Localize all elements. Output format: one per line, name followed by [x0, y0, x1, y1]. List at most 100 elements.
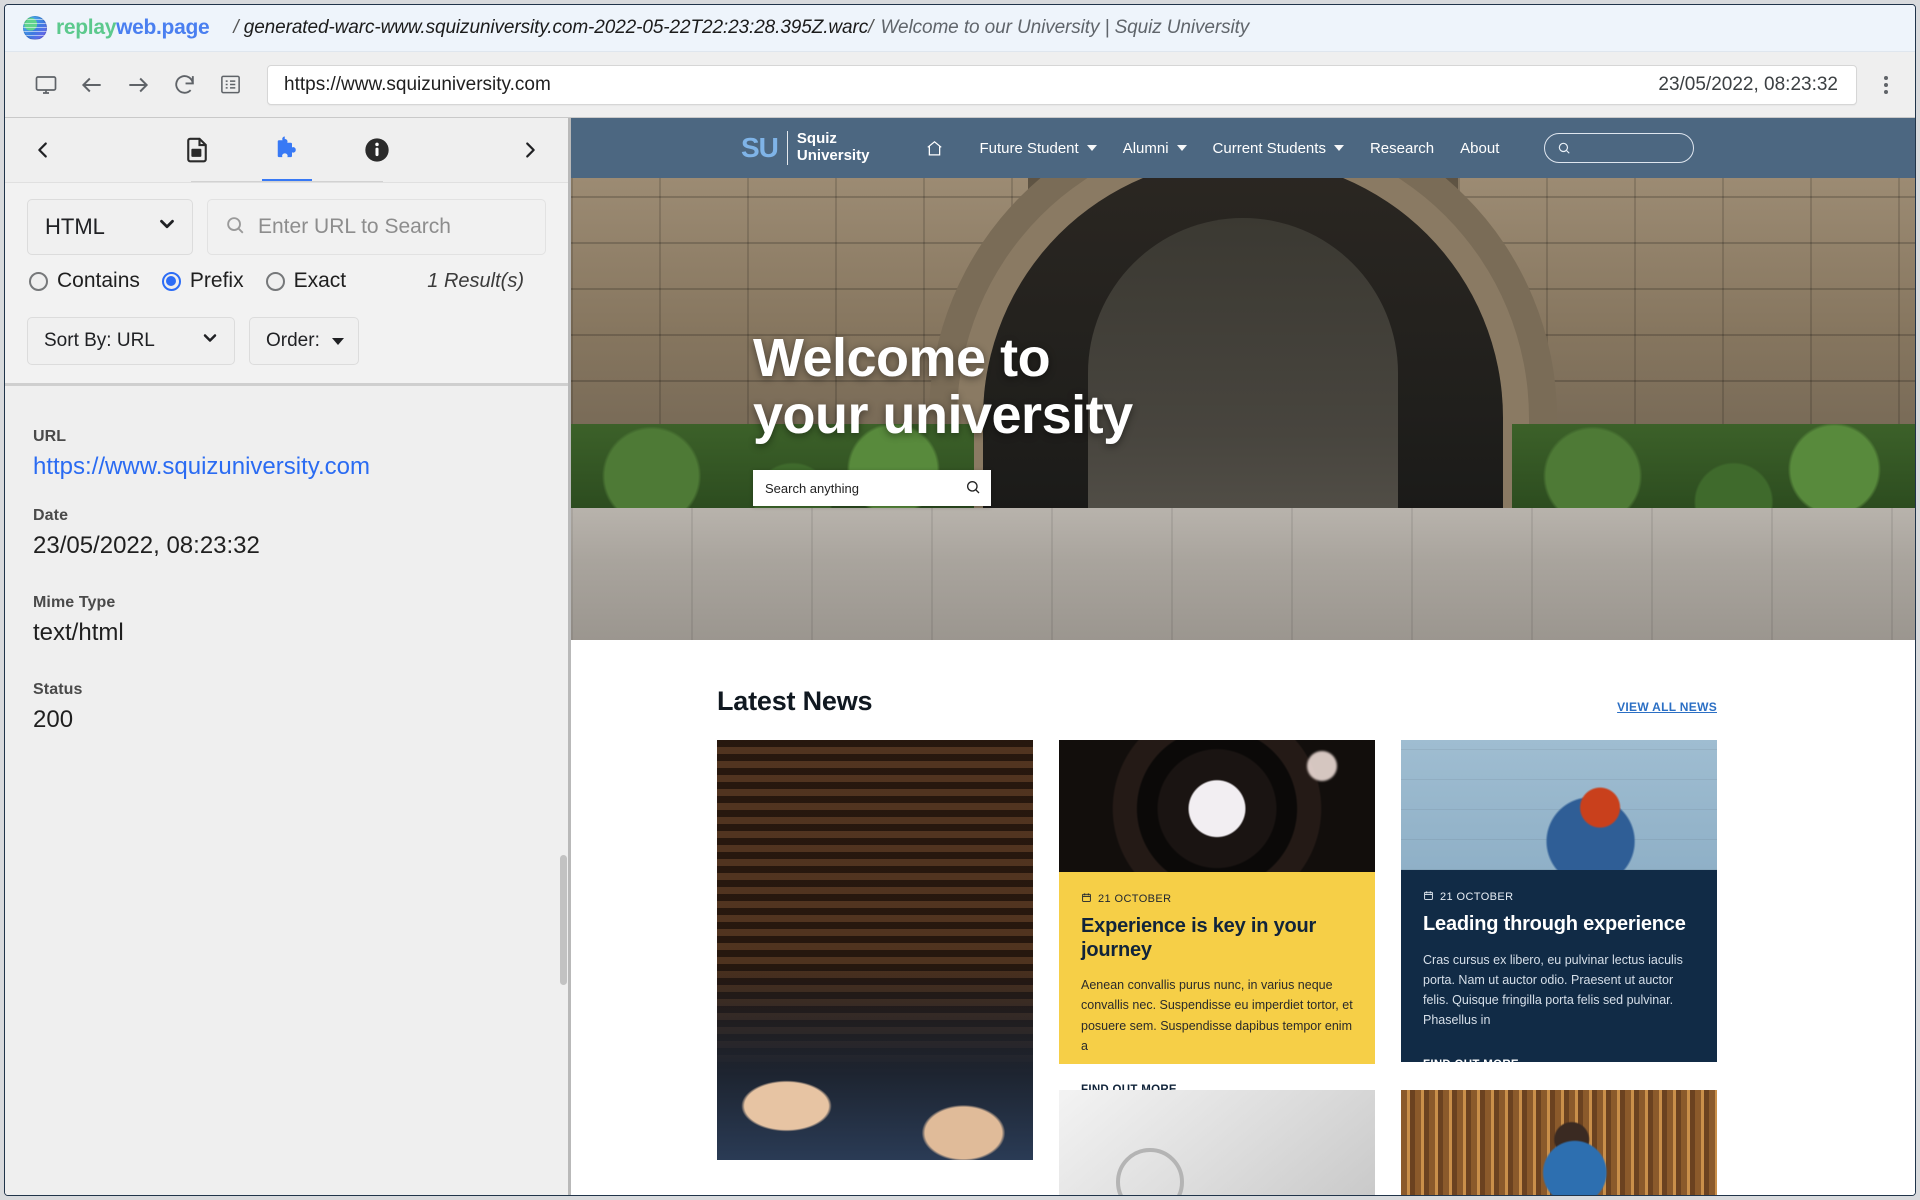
sidebar-tab-resources[interactable]	[166, 118, 228, 182]
news-card-leading-cta[interactable]: FIND OUT MORE	[1423, 1059, 1519, 1071]
tabs-divider	[190, 181, 383, 182]
news-card-leading-body: 21 OCTOBER Leading through experience Cr…	[1401, 870, 1717, 1071]
breadcrumb-separator-right: /	[868, 17, 874, 38]
detail-key-mime: Mime Type	[33, 594, 116, 611]
breadcrumb-separator-left: /	[233, 17, 239, 38]
match-mode-exact[interactable]: Exact	[265, 269, 347, 293]
nav-item-research[interactable]: Research	[1357, 140, 1447, 157]
nav-label-research: Research	[1369, 139, 1435, 157]
news-card-experience[interactable]: 21 OCTOBER Experience is key in your jou…	[1059, 740, 1375, 1096]
nav-label-current-students: Current Students	[1212, 139, 1326, 157]
sort-by-label: Sort By: URL	[44, 330, 155, 351]
main-split: HTML Enter URL to Search Contains Prefix…	[5, 118, 1915, 1195]
news-card-experience-date: 21 OCTOBER	[1098, 893, 1172, 905]
site-logo-line1: Squiz	[796, 130, 837, 148]
site-logo-divider	[786, 131, 788, 165]
url-search-box[interactable]	[207, 199, 546, 255]
detail-key-date: Date	[33, 507, 69, 524]
site-navbar-inner: SU Squiz University Future Student Alumn…	[571, 130, 1915, 165]
news-card-people-image	[717, 740, 1033, 1160]
order-select[interactable]: Order:	[249, 317, 359, 365]
hero-heading-line1: Welcome to	[753, 328, 1051, 388]
order-label: Order:	[266, 330, 320, 351]
resource-type-select[interactable]: HTML	[27, 199, 193, 255]
sidebar-tab-info[interactable]	[346, 118, 408, 182]
site-nav-search[interactable]	[1544, 133, 1695, 163]
hero-heading-line2: your university	[753, 385, 1133, 446]
sort-by-select[interactable]: Sort By: URL	[27, 317, 235, 365]
calendar-icon	[1423, 890, 1434, 904]
view-all-news-link[interactable]: VIEW ALL NEWS	[1617, 700, 1717, 717]
sidebar-filter-area: HTML Enter URL to Search Contains Prefix…	[5, 182, 568, 305]
detail-field-url: URL https://www.squizuniversity.com	[33, 428, 540, 481]
kebab-menu-icon[interactable]	[1869, 62, 1903, 108]
site-navbar: SU Squiz University Future Student Alumn…	[571, 118, 1915, 178]
news-card-experience-title: Experience is key in your journey	[1081, 915, 1317, 961]
news-card-experience-image	[1059, 740, 1375, 872]
archived-page-title: Welcome to our University | Squiz Univer…	[880, 17, 1250, 38]
nav-item-future-student[interactable]: Future Student	[966, 140, 1109, 157]
news-card-white[interactable]	[1059, 1090, 1375, 1195]
url-input[interactable]	[268, 73, 1649, 96]
result-count: 1 Result(s)	[427, 269, 524, 292]
latest-news-inner: Latest News VIEW ALL NEWS 21 OCTOBER Exp…	[717, 686, 1717, 1195]
site-logo[interactable]: SU Squiz University	[741, 130, 869, 165]
detail-key-url: URL	[33, 428, 67, 445]
nav-item-current-students[interactable]: Current Students	[1200, 140, 1357, 157]
back-arrow-icon[interactable]	[69, 62, 115, 108]
site-nav-links: Future Student Alumni Current Students R…	[903, 133, 1695, 163]
news-card-people[interactable]	[717, 740, 1033, 1195]
sidebar-tabs	[65, 118, 508, 182]
news-grid: 21 OCTOBER Experience is key in your jou…	[717, 740, 1717, 1195]
news-card-leading-title: Leading through experience	[1423, 913, 1686, 935]
news-card-library[interactable]	[1401, 1090, 1717, 1195]
chevron-down-icon	[200, 328, 220, 354]
hero-heading: Welcome to your university	[753, 328, 1133, 446]
nav-item-alumni[interactable]: Alumni	[1110, 140, 1200, 157]
hero-banner: Welcome to your university Search anythi…	[571, 178, 1915, 640]
sidebar-prev-button[interactable]	[21, 128, 65, 172]
replayweb-brand[interactable]: replayweb.page	[15, 16, 210, 40]
nav-label-future-student: Future Student	[979, 139, 1079, 157]
sidebar-scrollbar[interactable]	[559, 386, 568, 1195]
latest-news-header: Latest News VIEW ALL NEWS	[717, 686, 1717, 717]
chevron-down-icon	[1333, 145, 1344, 151]
screen-icon[interactable]	[23, 62, 69, 108]
detail-value-status: 200	[33, 706, 74, 733]
archived-page-viewport: SU Squiz University Future Student Alumn…	[571, 118, 1915, 1195]
news-card-leading-date: 21 OCTOBER	[1440, 891, 1514, 903]
match-mode-prefix-label: Prefix	[189, 269, 244, 292]
detail-value-date: 23/05/2022, 08:23:32	[33, 532, 260, 559]
nav-item-about[interactable]: About	[1447, 140, 1512, 157]
hero-content: Welcome to your university Search anythi…	[753, 328, 1133, 507]
hero-search-box[interactable]: Search anything	[753, 470, 991, 507]
search-icon[interactable]	[965, 479, 981, 498]
news-card-experience-body: 21 OCTOBER Experience is key in your jou…	[1059, 872, 1375, 1096]
radio-dot-prefix	[161, 271, 181, 291]
match-mode-contains[interactable]: Contains	[29, 269, 140, 293]
news-card-leading-excerpt: Cras cursus ex libero, eu pulvinar lectu…	[1423, 952, 1683, 1028]
detail-value-url[interactable]: https://www.squizuniversity.com	[33, 453, 540, 481]
home-icon[interactable]	[903, 139, 966, 158]
search-input[interactable]	[258, 215, 529, 239]
sidebar-tab-extract[interactable]	[256, 118, 318, 182]
match-mode-exact-label: Exact	[293, 269, 347, 292]
news-card-library-image	[1401, 1090, 1717, 1195]
radio-dot-contains	[29, 271, 48, 291]
nav-label-about: About	[1460, 139, 1500, 157]
forward-arrow-icon[interactable]	[115, 62, 161, 108]
snapshot-timestamp: 23/05/2022, 08:23:32	[1658, 73, 1838, 95]
browser-toolbar: 23/05/2022, 08:23:32	[5, 52, 1915, 118]
reload-icon[interactable]	[161, 62, 207, 108]
list-icon[interactable]	[207, 62, 253, 108]
chevron-down-icon	[1176, 145, 1187, 151]
url-bar[interactable]: 23/05/2022, 08:23:32	[267, 64, 1857, 105]
sidebar: HTML Enter URL to Search Contains Prefix…	[5, 118, 571, 1195]
caret-down-icon	[331, 337, 344, 345]
news-card-leading[interactable]: 21 OCTOBER Leading through experience Cr…	[1401, 740, 1717, 1071]
filter-row: HTML	[27, 199, 546, 255]
match-mode-prefix[interactable]: Prefix	[161, 269, 244, 293]
sidebar-next-button[interactable]	[508, 128, 552, 172]
page-title: Latest News	[717, 686, 873, 716]
resource-type-value: HTML	[45, 214, 105, 239]
